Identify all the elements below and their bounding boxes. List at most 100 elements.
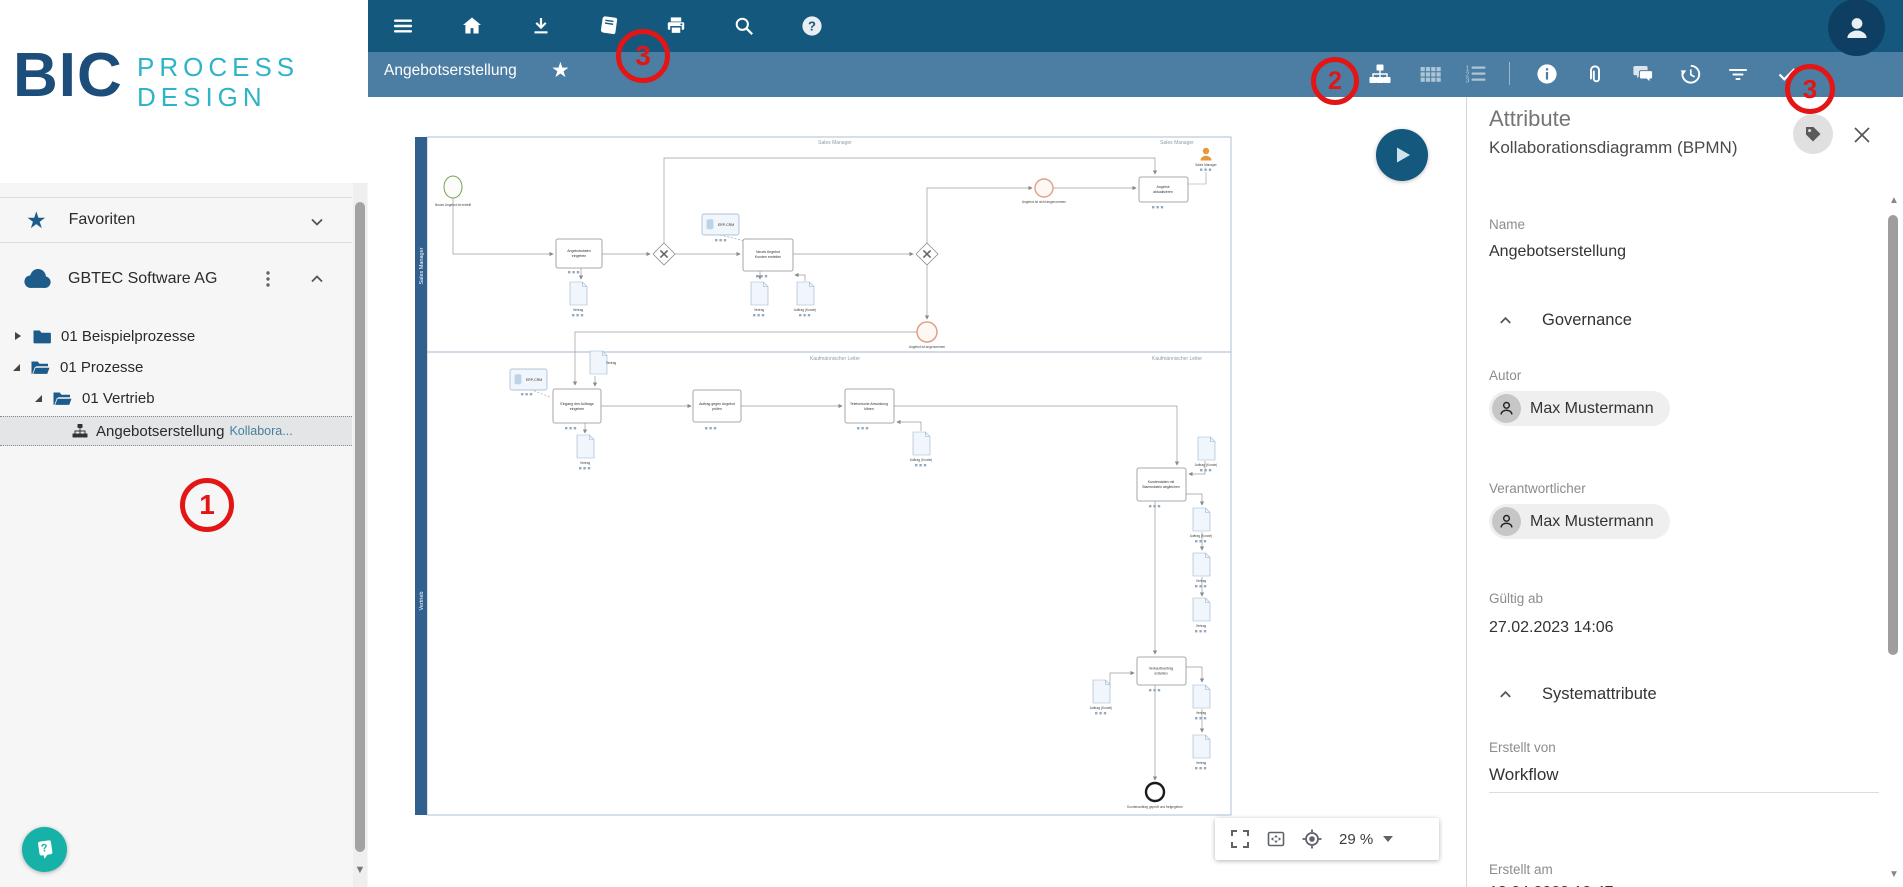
chevron-up-icon[interactable] bbox=[1497, 312, 1514, 329]
book-icon[interactable] bbox=[597, 14, 621, 38]
document-label: Auftrag (Kunde) bbox=[910, 458, 933, 462]
zoom-level[interactable]: 29 % bbox=[1339, 831, 1373, 848]
document-vertrag bbox=[570, 282, 587, 305]
sidebar-scrollbar-down-icon[interactable]: ▼ bbox=[353, 864, 367, 880]
sidebar-scrollbar-thumb[interactable] bbox=[355, 202, 365, 852]
close-icon[interactable] bbox=[1851, 124, 1873, 146]
document-vertrag bbox=[1193, 735, 1210, 758]
task-auftrag-pruefen bbox=[693, 390, 741, 422]
workspace-section[interactable]: GBTEC Software AG bbox=[0, 255, 352, 303]
logo-process-text: PROCESS bbox=[137, 52, 299, 83]
task-label: eingeben bbox=[572, 254, 586, 258]
panel-scrollbar-up-icon[interactable]: ▲ bbox=[1886, 195, 1902, 209]
logo-bic-text: BIC bbox=[13, 40, 123, 111]
annotation-circle-2: 2 bbox=[1311, 57, 1359, 105]
help-chat-button[interactable]: ? bbox=[22, 827, 67, 872]
input-underline bbox=[1489, 792, 1879, 793]
filter-icon[interactable] bbox=[1726, 62, 1750, 86]
play-button[interactable] bbox=[1376, 129, 1428, 181]
org-chart-icon[interactable] bbox=[1368, 62, 1392, 86]
caret-down-icon[interactable] bbox=[1383, 836, 1393, 842]
system-attributes-section-header[interactable]: Systemattribute bbox=[1497, 685, 1657, 704]
download-icon[interactable] bbox=[529, 14, 553, 38]
created-at-label: Erstellt am bbox=[1489, 862, 1553, 877]
folder-open-icon bbox=[52, 390, 73, 407]
document-label: Vertrag bbox=[754, 308, 765, 312]
app-window: BIC PROCESS DESIGN ★ Favoriten GBTEC Sof… bbox=[0, 0, 1903, 887]
tag-button[interactable] bbox=[1793, 114, 1833, 154]
autor-chip[interactable]: Max Mustermann bbox=[1489, 391, 1670, 426]
chevron-up-icon[interactable] bbox=[308, 270, 326, 288]
person-icon bbox=[1842, 13, 1872, 43]
datastore-label: ERP-CRM bbox=[718, 223, 734, 227]
print-icon[interactable] bbox=[664, 14, 688, 38]
search-icon[interactable] bbox=[732, 14, 756, 38]
panel-scrollbar-down-icon[interactable]: ▼ bbox=[1886, 869, 1902, 883]
center-target-icon[interactable] bbox=[1301, 828, 1323, 850]
comments-icon[interactable] bbox=[1631, 62, 1655, 86]
task-label: Stammdaten abgleichen bbox=[1142, 485, 1180, 489]
chevron-down-icon[interactable] bbox=[308, 213, 326, 231]
svg-text:?: ? bbox=[808, 18, 816, 33]
tree-item-label: 01 Prozesse bbox=[60, 359, 143, 376]
tree-item-label: 01 Vertrieb bbox=[82, 390, 155, 407]
home-icon[interactable] bbox=[460, 14, 484, 38]
fit-screen-icon[interactable] bbox=[1265, 828, 1287, 850]
numbered-list-icon[interactable]: 123 bbox=[1464, 62, 1488, 86]
help-icon[interactable]: ? bbox=[800, 14, 824, 38]
favorites-label: Favoriten bbox=[69, 211, 136, 229]
collapse-arrow-icon[interactable] bbox=[13, 364, 20, 371]
autor-label: Autor bbox=[1489, 368, 1521, 383]
avatar[interactable] bbox=[1828, 0, 1885, 56]
task-label: Auftrag gegen Angebot bbox=[699, 402, 735, 406]
pool1-bar bbox=[415, 137, 427, 352]
app-logo: BIC PROCESS DESIGN bbox=[0, 0, 368, 183]
task-eingang-auftrag bbox=[553, 389, 601, 423]
created-by-value: Workflow bbox=[1489, 765, 1559, 785]
task-label: klären bbox=[864, 407, 874, 411]
favorites-section[interactable]: ★ Favoriten bbox=[0, 197, 352, 243]
fullscreen-icon[interactable] bbox=[1229, 828, 1251, 850]
task-telefonische-abwicklung bbox=[845, 389, 894, 423]
tree-item-prozesse[interactable]: 01 Prozesse bbox=[0, 353, 352, 381]
document-label: Vertrag bbox=[1196, 624, 1207, 628]
more-menu-icon[interactable] bbox=[258, 269, 278, 289]
document-vertrag bbox=[1193, 553, 1210, 576]
event-label: Angebot ist nicht angenommen bbox=[1022, 200, 1066, 204]
history-icon[interactable] bbox=[1678, 62, 1702, 86]
responsible-chip[interactable]: Max Mustermann bbox=[1489, 504, 1670, 539]
tag-icon bbox=[1803, 124, 1823, 144]
grid-icon[interactable] bbox=[1418, 62, 1442, 86]
document-label: Vertrag bbox=[606, 361, 617, 365]
menu-icon[interactable] bbox=[391, 14, 415, 38]
person-avatar-icon bbox=[1492, 507, 1521, 536]
toolbar-divider bbox=[1509, 62, 1510, 85]
info-icon[interactable] bbox=[1535, 62, 1559, 86]
annotation-circle-3-toolbar: 3 bbox=[616, 29, 670, 83]
document-label: Vertrag bbox=[573, 308, 584, 312]
tree-item-angebotserstellung-selected[interactable]: Angebotserstellung Kollabora... bbox=[0, 416, 352, 446]
task-label: prüfen bbox=[712, 407, 722, 411]
event-accepted bbox=[917, 322, 937, 342]
responsible-value: Max Mustermann bbox=[1530, 513, 1654, 531]
task-label: erstellen bbox=[1154, 672, 1167, 676]
tree-item-beispielprozesse[interactable]: 01 Beispielprozesse bbox=[0, 322, 352, 350]
top-bar: ? Max Mustermann - READER (DE/EN) bbox=[368, 0, 1903, 52]
diagram-toolbar bbox=[368, 52, 1903, 97]
pool2-bar bbox=[415, 352, 427, 815]
favorite-star-icon[interactable]: ★ bbox=[551, 60, 570, 81]
panel-scrollbar-thumb[interactable] bbox=[1888, 215, 1898, 655]
tree-item-vertrieb[interactable]: 01 Vertrieb bbox=[0, 384, 352, 412]
tree-item-label: 01 Beispielprozesse bbox=[61, 328, 195, 345]
zoom-controls: 29 % bbox=[1215, 818, 1439, 860]
expand-arrow-icon[interactable] bbox=[15, 332, 21, 340]
pool2-label-center: Kaufmännischer Leiter bbox=[810, 356, 860, 362]
document-label: Auftrag (Kunde) bbox=[1090, 706, 1113, 710]
attributes-panel: Attribute Kollaborationsdiagramm (BPMN) … bbox=[1466, 97, 1903, 887]
paperclip-icon[interactable] bbox=[1583, 62, 1607, 86]
governance-section-header[interactable]: Governance bbox=[1497, 311, 1632, 330]
collapse-arrow-icon[interactable] bbox=[35, 395, 42, 402]
event-declined bbox=[1035, 179, 1053, 197]
pool1-label-right: Sales Manager bbox=[1160, 140, 1194, 146]
chevron-up-icon[interactable] bbox=[1497, 686, 1514, 703]
